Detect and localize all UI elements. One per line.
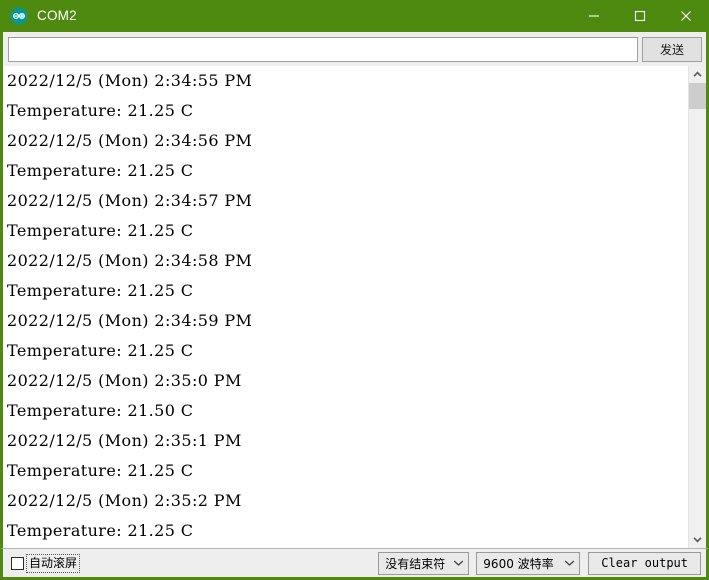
console-line: Temperature: 21.25 C [7, 461, 194, 480]
scroll-up-button[interactable] [689, 66, 706, 83]
console-area: 2022/12/5 (Mon) 2:34:55 PM Temperature: 2… [0, 66, 709, 548]
title-bar[interactable]: COM2 [0, 0, 709, 32]
clear-output-button[interactable]: Clear output [588, 551, 701, 575]
send-row: 发送 [0, 32, 709, 66]
autoscroll-label: 自动滚屏 [25, 553, 81, 573]
console-line: Temperature: 21.25 C [7, 521, 194, 540]
chevron-up-icon [693, 71, 702, 77]
line-ending-value: 没有结束符 [385, 556, 446, 571]
console-line: 2022/12/5 (Mon) 2:34:56 PM [7, 131, 253, 150]
console-output[interactable]: 2022/12/5 (Mon) 2:34:55 PM Temperature: 2… [3, 66, 688, 548]
status-bar: 自动滚屏 没有结束符 9600 波特率 Clear output [0, 548, 709, 580]
console-line: 2022/12/5 (Mon) 2:35:2 PM [7, 491, 242, 510]
console-line: 2022/12/5 (Mon) 2:34:55 PM [7, 71, 253, 90]
baud-rate-value: 9600 波特率 [483, 556, 554, 571]
console-line: Temperature: 21.25 C [7, 341, 194, 360]
chevron-down-icon [693, 537, 702, 543]
chevron-down-icon [564, 559, 575, 567]
minimize-button[interactable] [571, 0, 617, 32]
console-line: Temperature: 21.50 C [7, 401, 194, 420]
line-ending-select[interactable]: 没有结束符 [378, 551, 470, 575]
console-line: 2022/12/5 (Mon) 2:34:57 PM [7, 191, 253, 210]
window-controls [571, 0, 709, 32]
window-title: COM2 [37, 8, 77, 23]
maximize-icon [634, 10, 646, 22]
arduino-logo-icon [10, 7, 28, 25]
serial-monitor-window: COM2 发送 2022/12/5 (Mon) 2:34:55 PM Tempe… [0, 0, 709, 580]
chevron-down-icon [453, 559, 464, 567]
console-line: Temperature: 21.25 C [7, 281, 194, 300]
console-line: 2022/12/5 (Mon) 2:34:58 PM [7, 251, 253, 270]
autoscroll-toggle[interactable]: 自动滚屏 [11, 553, 81, 573]
console-line: Temperature: 21.25 C [7, 161, 194, 180]
autoscroll-checkbox[interactable] [11, 556, 24, 570]
minimize-icon [589, 15, 599, 17]
console-scrollbar[interactable] [688, 66, 706, 548]
console-line: 2022/12/5 (Mon) 2:34:59 PM [7, 311, 253, 330]
baud-rate-select[interactable]: 9600 波特率 [476, 551, 581, 575]
send-button[interactable]: 发送 [642, 36, 702, 62]
scroll-down-button[interactable] [689, 531, 706, 548]
console-line: 2022/12/5 (Mon) 2:35:1 PM [7, 431, 242, 450]
scrollbar-track[interactable] [689, 83, 706, 531]
console-line: Temperature: 21.25 C [7, 101, 194, 120]
close-icon [681, 11, 691, 21]
scrollbar-thumb[interactable] [689, 83, 706, 109]
maximize-button[interactable] [617, 0, 663, 32]
send-input[interactable] [8, 36, 638, 62]
close-button[interactable] [663, 0, 709, 32]
console-line: 2022/12/5 (Mon) 2:35:0 PM [7, 371, 242, 390]
console-line: Temperature: 21.25 C [7, 221, 194, 240]
